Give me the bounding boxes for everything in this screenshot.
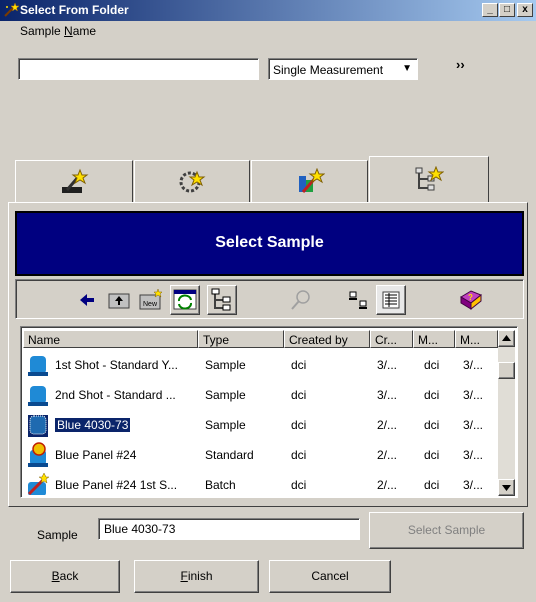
cell-name: Blue Panel #24 1st S... — [55, 478, 178, 492]
sample-field[interactable]: Blue 4030-73 — [98, 518, 360, 540]
cell-created: 3/... — [377, 358, 398, 372]
cell-type: Batch — [205, 478, 236, 492]
tree-view-icon[interactable] — [207, 285, 237, 315]
list-item-selected[interactable]: Blue 4030-73 Sample dci 2/... dci 3/... — [23, 410, 497, 440]
expand-button[interactable]: ›› — [456, 57, 465, 72]
cell-modified: 3/... — [463, 358, 484, 372]
svg-text:New: New — [143, 301, 158, 308]
cell-type: Sample — [205, 418, 246, 432]
small-icons-icon[interactable] — [346, 287, 372, 313]
sample-icon — [28, 386, 48, 406]
measurement-type-select[interactable]: Single Measurement ▼ — [268, 58, 418, 80]
new-folder-icon[interactable]: New — [138, 287, 164, 313]
minimize-button[interactable]: _ — [482, 3, 498, 17]
vertical-scrollbar[interactable] — [498, 330, 515, 496]
refresh-view-icon[interactable] — [170, 285, 200, 315]
cell-modified-by: dci — [424, 478, 440, 492]
maximize-button[interactable]: □ — [499, 3, 515, 17]
cell-type: Sample — [205, 388, 246, 402]
cell-created-by: dci — [291, 388, 307, 402]
batch-icon — [27, 472, 49, 495]
svg-text:?: ? — [468, 293, 473, 302]
cell-name: Blue 4030-73 — [55, 418, 131, 432]
cell-type: Sample — [205, 358, 246, 372]
cell-modified-by: dci — [424, 358, 440, 372]
cell-name: 1st Shot - Standard Y... — [55, 358, 178, 372]
cell-created: 2/... — [377, 478, 398, 492]
details-view-icon[interactable] — [376, 285, 406, 315]
list-item[interactable]: Blue Panel #24 1st S... Batch dci 2/... … — [23, 470, 497, 495]
sparkle-wand-icon — [179, 170, 206, 192]
tab-color[interactable] — [251, 160, 368, 202]
standard-icon — [28, 442, 48, 467]
cell-created-by: dci — [291, 418, 307, 432]
cell-name: Blue Panel #24 — [55, 448, 137, 462]
cell-created-by: dci — [291, 358, 307, 372]
sample-name-label: Sample Name — [20, 24, 97, 38]
cell-modified: 3/... — [463, 478, 484, 492]
chevron-down-icon: ▼ — [402, 63, 412, 74]
column-header-created[interactable]: Cr... — [370, 330, 413, 348]
cell-created-by: dci — [291, 478, 307, 492]
cell-created: 3/... — [377, 388, 398, 402]
finish-button[interactable]: Finish — [134, 560, 259, 593]
arrow-down-icon — [502, 485, 511, 491]
cancel-button[interactable]: Cancel — [269, 560, 391, 593]
back-arrow-icon[interactable] — [74, 287, 100, 313]
cell-created-by: dci — [291, 448, 307, 462]
scroll-thumb[interactable] — [498, 362, 515, 379]
cell-created: 2/... — [377, 418, 398, 432]
sample-icon — [28, 356, 48, 376]
app-wand-icon — [4, 2, 19, 17]
title-bar[interactable]: Select From Folder _ □ x — [0, 0, 536, 21]
scroll-down-button[interactable] — [498, 479, 515, 496]
cell-modified: 3/... — [463, 418, 484, 432]
cell-modified: 3/... — [463, 448, 484, 462]
window-title: Select From Folder — [20, 3, 129, 17]
cell-modified: 3/... — [463, 388, 484, 402]
scroll-up-button[interactable] — [498, 330, 515, 347]
select-wand-icon — [62, 168, 89, 193]
tab-sparkle[interactable] — [134, 160, 250, 202]
close-button[interactable]: x — [517, 3, 533, 17]
cell-modified-by: dci — [424, 388, 440, 402]
measurement-type-value: Single Measurement — [273, 63, 384, 77]
tab-tree[interactable] — [369, 156, 489, 203]
cell-name: 2nd Shot - Standard ... — [55, 388, 176, 402]
column-header-created-by[interactable]: Created by — [284, 330, 370, 348]
arrow-up-icon — [502, 335, 511, 341]
sample-icon — [28, 415, 48, 437]
sample-label: Sample — [37, 528, 78, 542]
list-item[interactable]: 1st Shot - Standard Y... Sample dci 3/..… — [23, 350, 497, 380]
column-header-modified[interactable]: M... — [455, 330, 498, 348]
tab-select[interactable] — [15, 160, 133, 202]
cell-type: Standard — [205, 448, 254, 462]
up-folder-icon[interactable] — [106, 287, 132, 313]
cell-modified-by: dci — [424, 418, 440, 432]
color-wand-icon — [298, 167, 325, 193]
cell-modified-by: dci — [424, 448, 440, 462]
sample-name-input[interactable] — [18, 58, 259, 80]
list-item[interactable]: 2nd Shot - Standard ... Sample dci 3/...… — [23, 380, 497, 410]
column-header-modified-by[interactable]: M... — [413, 330, 455, 348]
page-title: Select Sample — [15, 211, 524, 276]
help-book-icon[interactable]: ? — [457, 287, 483, 313]
column-header-type[interactable]: Type — [198, 330, 284, 348]
column-header-name[interactable]: Name — [23, 330, 198, 348]
search-icon[interactable] — [288, 287, 314, 313]
tree-wand-icon — [415, 165, 444, 190]
toolbar: New ? — [15, 279, 524, 319]
select-sample-button[interactable]: Select Sample — [369, 512, 524, 549]
cell-created: 2/... — [377, 448, 398, 462]
list-item[interactable]: Blue Panel #24 Standard dci 2/... dci 3/… — [23, 440, 497, 470]
back-button[interactable]: Back — [10, 560, 120, 593]
